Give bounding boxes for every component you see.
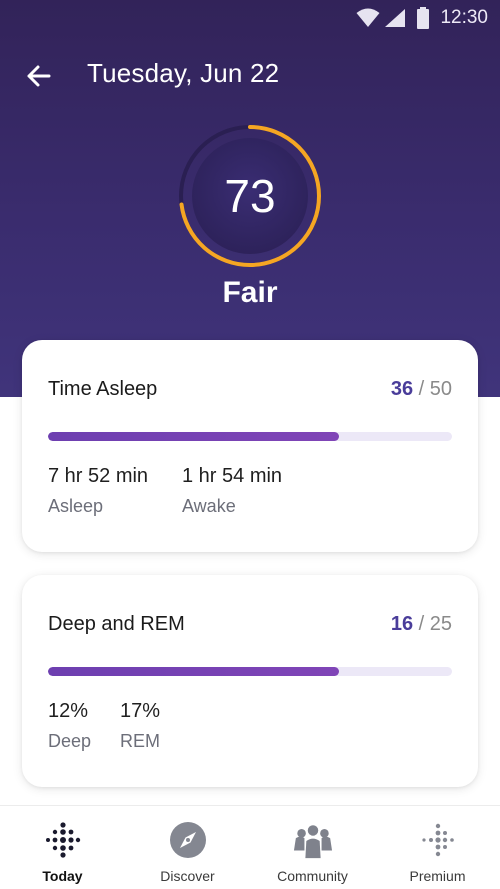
- battery-icon: [417, 7, 430, 29]
- nav-discover[interactable]: Discover: [125, 806, 250, 889]
- community-icon: [293, 820, 333, 860]
- card-title: Time Asleep: [48, 378, 158, 400]
- card-title: Deep and REM: [48, 613, 185, 635]
- wifi-icon: [356, 8, 380, 27]
- nav-community[interactable]: Community: [250, 806, 375, 889]
- card-score: 36 / 50: [391, 378, 452, 401]
- stat-value: 12%: [48, 700, 89, 722]
- stat-rem: 17% REM: [120, 700, 160, 752]
- stat-value: 17%: [120, 700, 161, 722]
- card-progress-bar: [48, 667, 452, 676]
- stat-asleep: 7 hr 52 min Asleep: [48, 465, 148, 517]
- compass-icon: [168, 820, 208, 860]
- bottom-nav: Today Discover Community Premium: [0, 805, 500, 889]
- stat-value: 1 hr 54 min: [182, 465, 283, 487]
- cell-signal-icon: [385, 9, 406, 27]
- stat-deep: 12% Deep: [48, 700, 91, 752]
- stat-label: Awake: [182, 496, 236, 516]
- top-nav: Tuesday, Jun 22: [0, 52, 500, 96]
- stat-label: REM: [120, 731, 160, 751]
- stat-value: 7 hr 52 min: [48, 465, 149, 487]
- time-asleep-card[interactable]: Time Asleep 36 / 50 7 hr 52 min Asleep 1…: [22, 340, 478, 552]
- back-arrow-icon: [27, 65, 51, 87]
- nav-today[interactable]: Today: [0, 806, 125, 889]
- stat-label: Asleep: [48, 496, 104, 516]
- card-progress-fill: [48, 432, 339, 441]
- nav-label: Today: [42, 868, 83, 884]
- sleep-score-rating: Fair: [222, 276, 278, 309]
- status-time: 12:30: [440, 7, 488, 28]
- card-progress-bar: [48, 432, 452, 441]
- card-progress-fill: [48, 667, 339, 676]
- stat-awake: 1 hr 54 min Awake: [182, 465, 282, 517]
- stat-label: Deep: [48, 731, 92, 751]
- fitbit-dots-icon: [43, 820, 83, 860]
- nav-label: Premium: [409, 868, 466, 884]
- back-button[interactable]: [22, 60, 54, 92]
- premium-dots-icon: [418, 820, 458, 860]
- card-score-value: 16: [390, 613, 414, 635]
- nav-premium[interactable]: Premium: [375, 806, 500, 889]
- card-score-max: / 25: [418, 613, 452, 635]
- card-score-max: / 50: [418, 378, 452, 400]
- status-bar: 12:30: [0, 0, 500, 36]
- card-score-value: 36: [390, 378, 414, 400]
- nav-label: Community: [277, 868, 348, 884]
- sleep-score-value: 73: [224, 170, 276, 222]
- page-title: Tuesday, Jun 22: [87, 58, 280, 88]
- nav-label: Discover: [160, 868, 215, 884]
- card-score: 16 / 25: [391, 613, 452, 636]
- deep-rem-card[interactable]: Deep and REM 16 / 25 12% Deep 17% REM: [22, 575, 478, 787]
